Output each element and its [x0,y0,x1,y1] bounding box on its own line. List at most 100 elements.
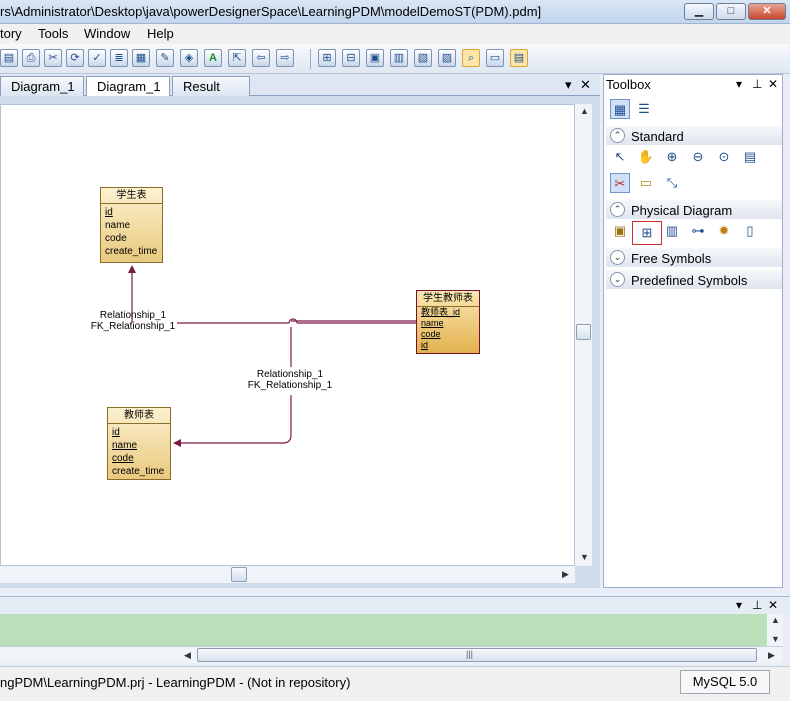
list-icon[interactable]: ≣ [110,49,128,67]
menu-window[interactable]: Window [84,26,130,41]
table-icon[interactable]: ⊞ [632,221,662,245]
collapse-icon: ⌃ [610,128,625,143]
section-label: Free Symbols [631,251,712,266]
status-bar: ngPDM\LearningPDM.prj - LearningPDM - (N… [0,666,790,701]
zoom-out-icon[interactable]: ⊖ [688,147,708,167]
entity-column: id [105,207,113,218]
note-icon[interactable]: ▭ [636,173,656,193]
view-icon[interactable]: ▥ [662,221,682,241]
section-label: Predefined Symbols [631,273,748,288]
entity-column: code [421,329,441,339]
list-view-icon[interactable]: ☰ [634,99,654,119]
scroll-up-icon[interactable]: ▲ [771,615,780,625]
close-button[interactable]: ✕ [748,3,786,20]
scroll-down-icon[interactable]: ▼ [580,552,589,562]
print-icon[interactable]: ⎙ [22,49,40,67]
tab-close-icon[interactable]: ✕ [580,77,591,93]
properties-icon[interactable]: ▤ [740,147,760,167]
output-menu-icon[interactable]: ▾ [736,598,742,612]
entity-column: code [112,453,134,464]
relationship-label[interactable]: Relationship_1 FK_Relationship_1 [87,310,179,332]
grid-view-icon[interactable]: ▦ [610,99,630,119]
title-bar: rs\Administrator\Desktop\java\powerDesig… [0,0,790,24]
layout6-icon[interactable]: ▨ [438,49,456,67]
check-icon[interactable]: ✓ [88,49,106,67]
link-icon[interactable]: ⤡ [662,173,682,193]
toolbox-title: Toolbox [606,77,651,92]
procedure-icon[interactable]: ✹ [714,221,734,241]
output-horizontal-scrollbar[interactable]: ◀ ||| ▶ [0,646,783,663]
refresh-icon[interactable]: ⟳ [66,49,84,67]
redo-icon[interactable]: ⇨ [276,49,294,67]
section-physical-diagram[interactable]: ⌃ Physical Diagram [606,199,782,219]
entity-student[interactable]: 学生表 id name code create_time [100,187,163,263]
zoom-in-icon[interactable]: ⊕ [662,147,682,167]
section-predefined-symbols[interactable]: ⌄ Predefined Symbols [606,269,782,289]
text-icon[interactable]: A [204,49,222,67]
menu-help[interactable]: Help [147,26,174,41]
minimize-button[interactable]: ▁ [684,3,714,20]
zoom-view-icon[interactable]: ⌕ [462,49,480,67]
tab-menu-icon[interactable]: ▾ [565,77,572,93]
export-icon[interactable]: ⇱ [228,49,246,67]
relationship-label[interactable]: Relationship_1 FK_Relationship_1 [244,369,336,391]
entity-title: 学生教师表 [417,291,479,307]
scroll-left-icon[interactable]: ◀ [184,650,191,661]
layout1-icon[interactable]: ⊞ [318,49,336,67]
scroll-up-icon[interactable]: ▲ [580,106,589,116]
pen-icon[interactable]: ✎ [156,49,174,67]
layout3-icon[interactable]: ▣ [366,49,384,67]
menu-repository[interactable]: tory [0,26,22,41]
menu-tools[interactable]: Tools [38,26,68,41]
expand-icon: ⌄ [610,250,625,265]
canvas-vertical-scrollbar[interactable]: ▲ ▼ [575,104,592,566]
dbms-indicator[interactable]: MySQL 5.0 [680,670,770,694]
output-vertical-scrollbar[interactable]: ▲ ▼ [767,614,783,646]
file-icon[interactable]: ▯ [740,221,760,241]
section-free-symbols[interactable]: ⌄ Free Symbols [606,247,782,267]
output-close-icon[interactable]: ✕ [768,598,778,612]
tab-diagram-1b[interactable]: Diagram_1 [86,76,170,96]
layout5-icon[interactable]: ▧ [414,49,432,67]
scroll-thumb[interactable] [576,324,591,340]
maximize-button[interactable]: □ [716,3,746,20]
tab-result-list[interactable]: Result List [172,76,250,109]
toolbox-close-icon[interactable]: ✕ [768,77,778,91]
toolbox-pin-icon[interactable]: ⊥ [752,77,762,91]
package-icon[interactable]: ▣ [610,221,630,241]
layout2-icon[interactable]: ⊟ [342,49,360,67]
undo-icon[interactable]: ⇦ [252,49,270,67]
reference-icon[interactable]: ⊶ [688,221,708,241]
paint-icon[interactable]: ◈ [180,49,198,67]
scroll-down-icon[interactable]: ▼ [771,634,780,644]
cut-icon[interactable]: ✂ [44,49,62,67]
relationship-name: Relationship_1 [256,369,324,380]
entity-column: 教师表_id [421,307,461,317]
relationship-name: Relationship_1 [99,310,167,321]
entity-student-teacher[interactable]: 学生教师表 教师表_id name code id [416,290,480,354]
scissors-icon[interactable]: ✂ [610,173,630,193]
window1-icon[interactable]: ▭ [486,49,504,67]
scroll-thumb[interactable] [231,567,247,582]
hand-icon[interactable]: ✋ [636,147,656,167]
window2-icon[interactable]: ▤ [510,49,528,67]
canvas-horizontal-scrollbar[interactable]: ▶ [0,566,575,583]
pointer-icon[interactable]: ↖ [610,147,630,167]
scroll-thumb[interactable]: ||| [197,648,757,662]
scroll-right-icon[interactable]: ▶ [768,650,775,661]
layout4-icon[interactable]: ▥ [390,49,408,67]
relationship-fk: FK_Relationship_1 [247,380,333,391]
save-icon[interactable]: ▤ [0,49,18,67]
tab-diagram-1a[interactable]: Diagram_1 [0,76,84,96]
toolbar-separator [310,49,311,69]
entity-teacher[interactable]: 教师表 id name code create_time [107,407,171,480]
output-pane[interactable] [0,614,767,646]
diagram-canvas[interactable]: 学生表 id name code create_time 学生教师表 教师表_i… [0,104,575,566]
scroll-right-icon[interactable]: ▶ [562,569,569,580]
grid-icon[interactable]: ▦ [132,49,150,67]
toolbox-menu-icon[interactable]: ▾ [736,77,742,91]
zoom-fit-icon[interactable]: ⊙ [714,147,734,167]
output-pin-icon[interactable]: ⊥ [752,598,762,612]
section-standard[interactable]: ⌃ Standard [606,125,782,145]
toolbar: ▤ ⎙ ✂ ⟳ ✓ ≣ ▦ ✎ ◈ A ⇱ ⇦ ⇨ ⊞ ⊟ ▣ ▥ ▧ ▨ ⌕ … [0,44,790,74]
